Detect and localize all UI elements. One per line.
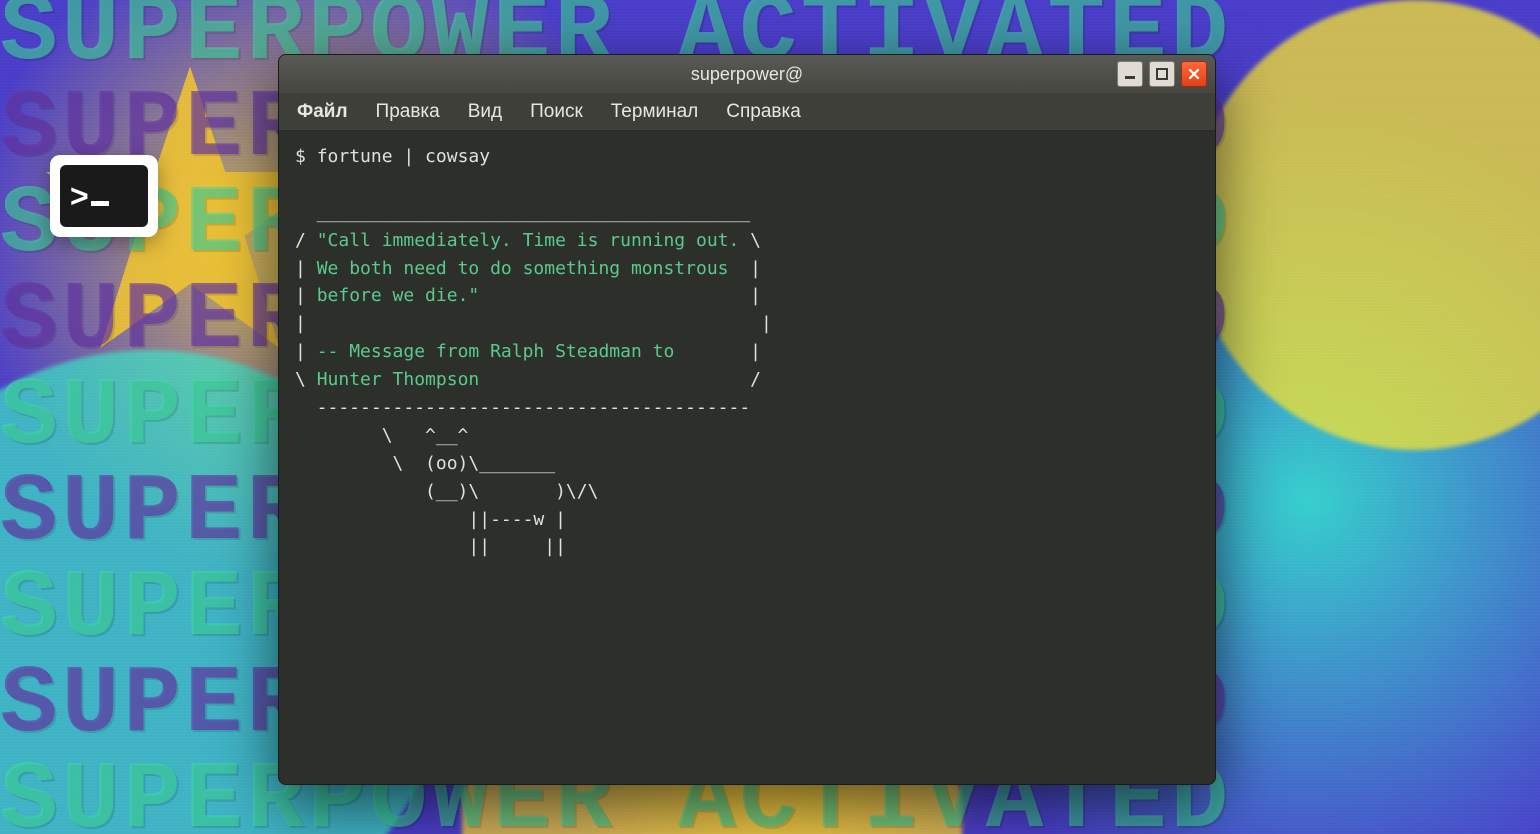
terminal-icon: >	[60, 165, 148, 227]
cow-ascii: ||----w |	[295, 509, 566, 530]
close-icon	[1187, 67, 1201, 81]
cowsay-border: \	[739, 230, 761, 251]
cowsay-border: | |	[295, 313, 772, 334]
window-title: superpower@	[691, 64, 803, 85]
menu-edit[interactable]: Правка	[376, 101, 440, 123]
fortune-line: -- Message from Ralph Steadman to	[317, 341, 675, 362]
cowsay-border: |	[295, 258, 317, 279]
menu-search[interactable]: Поиск	[530, 101, 583, 123]
cow-ascii: (__)\ )\/\	[295, 481, 598, 502]
cowsay-border: |	[295, 341, 317, 362]
cowsay-border: ----------------------------------------	[295, 397, 750, 418]
terminal-body[interactable]: $ fortune | cowsay _____________________…	[279, 131, 1215, 784]
cowsay-border: /	[295, 230, 317, 251]
window-controls	[1117, 61, 1207, 87]
menu-help[interactable]: Справка	[726, 101, 801, 123]
cowsay-border: |	[674, 341, 761, 362]
command-text: fortune | cowsay	[317, 146, 490, 167]
menu-terminal[interactable]: Терминал	[611, 101, 699, 123]
cowsay-border: /	[479, 369, 761, 390]
terminal-app-icon[interactable]: >	[50, 155, 158, 237]
menu-view[interactable]: Вид	[468, 101, 502, 123]
cow-ascii: \ (oo)\_______	[295, 453, 555, 474]
cowsay-border: \	[295, 369, 317, 390]
menubar: Файл Правка Вид Поиск Терминал Справка	[279, 93, 1215, 131]
close-button[interactable]	[1181, 61, 1207, 87]
fortune-line: "Call immediately. Time is running out.	[317, 230, 740, 251]
cow-ascii: \ ^__^	[295, 425, 468, 446]
fortune-line: We both need to do something monstrous	[317, 258, 729, 279]
fortune-line: before we die."	[317, 285, 480, 306]
maximize-button[interactable]	[1149, 61, 1175, 87]
cowsay-border: |	[729, 258, 762, 279]
cowsay-border: |	[295, 285, 317, 306]
terminal-window: superpower@ Файл Правка Вид Поиск Термин…	[278, 54, 1216, 785]
menu-file[interactable]: Файл	[297, 101, 348, 123]
fortune-line: Hunter Thompson	[317, 369, 480, 390]
window-titlebar[interactable]: superpower@	[279, 55, 1215, 93]
prompt: $	[295, 146, 317, 167]
cowsay-border: ________________________________________	[295, 202, 750, 223]
minimize-button[interactable]	[1117, 61, 1143, 87]
minimize-icon	[1123, 67, 1137, 81]
cowsay-border: |	[479, 285, 761, 306]
cow-ascii: || ||	[295, 536, 566, 557]
maximize-icon	[1155, 67, 1169, 81]
